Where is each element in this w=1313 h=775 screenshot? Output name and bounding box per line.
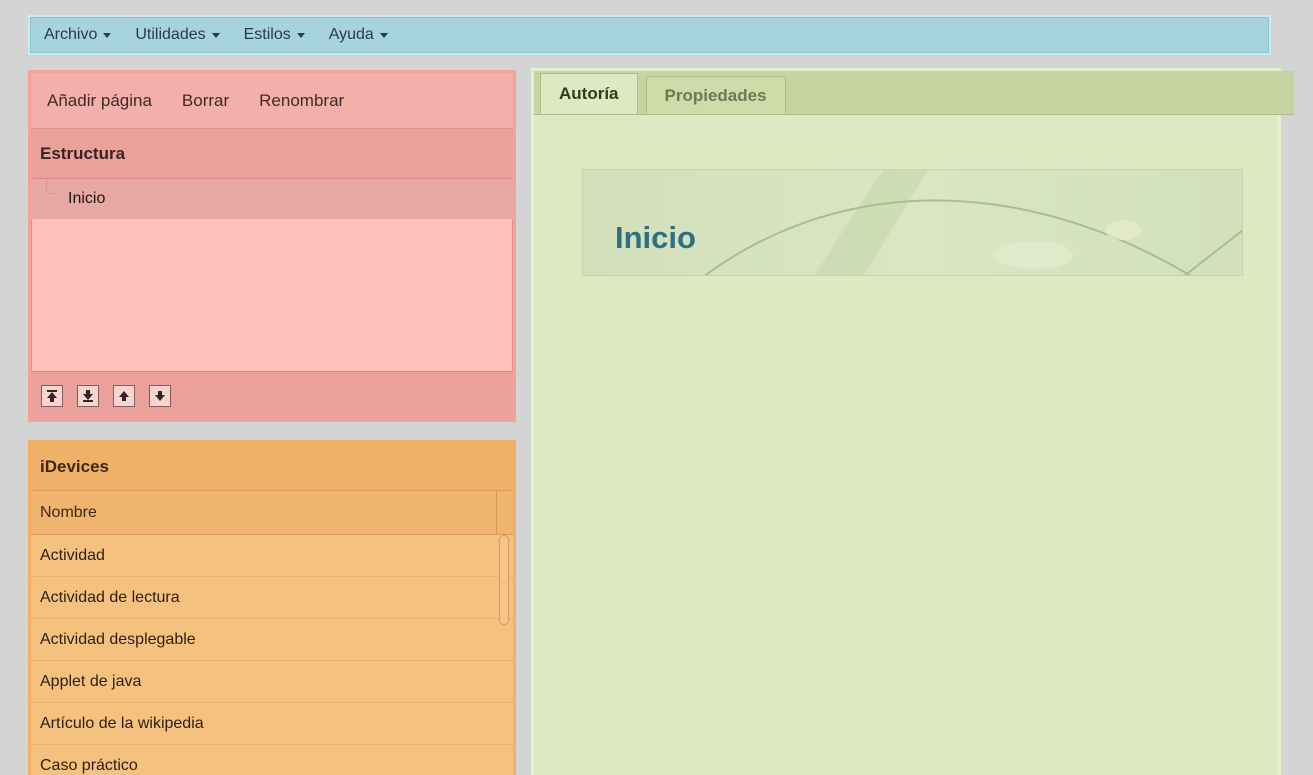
structure-panel: Añadir página Borrar Renombrar Estructur… bbox=[28, 70, 516, 422]
move-toolbar bbox=[31, 371, 513, 419]
delete-button[interactable]: Borrar bbox=[182, 91, 229, 111]
idevice-item[interactable]: Applet de java bbox=[31, 661, 513, 703]
caret-down-icon bbox=[296, 32, 305, 38]
caret-down-icon bbox=[103, 32, 112, 38]
idevice-item[interactable]: Artículo de la wikipedia bbox=[31, 703, 513, 745]
idevice-item[interactable]: Caso práctico bbox=[31, 745, 513, 775]
menu-ayuda[interactable]: Ayuda bbox=[329, 26, 388, 44]
rename-button[interactable]: Renombrar bbox=[259, 91, 344, 111]
tree-node-label: Inicio bbox=[68, 190, 106, 207]
idevice-item[interactable]: Actividad de lectura bbox=[31, 577, 513, 619]
move-down-icon[interactable] bbox=[149, 384, 171, 407]
menu-archivo-label: Archivo bbox=[44, 26, 98, 43]
main-panel: Autoría Propiedades Inicio bbox=[531, 68, 1294, 775]
idevices-panel: iDevices Nombre Actividad Actividad de l… bbox=[28, 440, 516, 775]
idevices-column-header[interactable]: Nombre bbox=[31, 491, 513, 535]
idevices-header: iDevices bbox=[31, 443, 513, 491]
caret-down-icon bbox=[211, 32, 220, 38]
add-page-button[interactable]: Añadir página bbox=[47, 91, 152, 111]
tree-node-inicio[interactable]: Inicio bbox=[31, 179, 513, 219]
menu-ayuda-label: Ayuda bbox=[328, 26, 374, 43]
menu-estilos[interactable]: Estilos bbox=[244, 26, 305, 44]
move-bottom-icon[interactable] bbox=[77, 384, 99, 407]
move-top-icon[interactable] bbox=[41, 384, 63, 407]
structure-toolbar: Añadir página Borrar Renombrar bbox=[31, 73, 513, 129]
caret-down-icon bbox=[379, 32, 388, 38]
menu-bar: Archivo Utilidades Estilos Ayuda bbox=[28, 15, 1271, 55]
menu-utilidades[interactable]: Utilidades bbox=[135, 26, 220, 44]
menu-estilos-label: Estilos bbox=[243, 26, 291, 43]
tab-propiedades[interactable]: Propiedades bbox=[645, 76, 786, 114]
idevices-scrollbar[interactable] bbox=[499, 535, 509, 625]
page-title: Inicio bbox=[615, 220, 696, 255]
page-header-banner: Inicio bbox=[582, 169, 1243, 276]
idevice-item[interactable]: Actividad bbox=[31, 535, 513, 577]
tab-autoria[interactable]: Autoría bbox=[540, 73, 638, 114]
move-up-icon[interactable] bbox=[113, 384, 135, 407]
menu-utilidades-label: Utilidades bbox=[135, 26, 206, 43]
tab-bar: Autoría Propiedades bbox=[534, 71, 1294, 115]
menu-archivo[interactable]: Archivo bbox=[44, 26, 112, 44]
idevice-item[interactable]: Actividad desplegable bbox=[31, 619, 513, 661]
structure-header: Estructura bbox=[31, 129, 513, 179]
